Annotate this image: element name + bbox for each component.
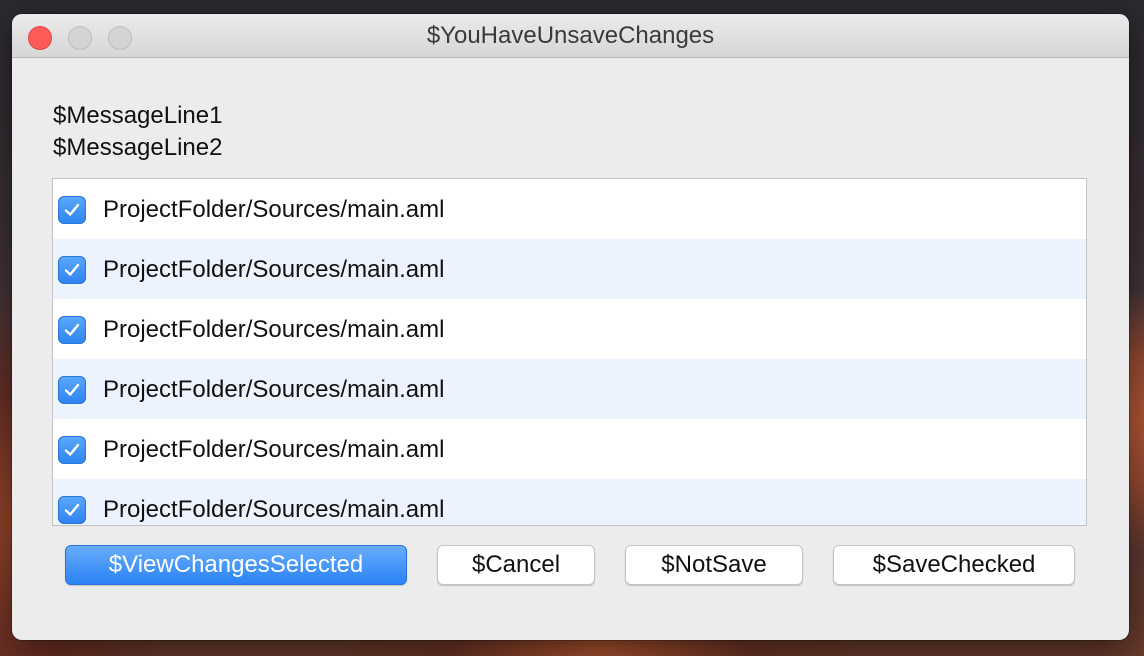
- cancel-button[interactable]: $Cancel: [437, 545, 595, 585]
- file-path: ProjectFolder/Sources/main.aml: [103, 496, 445, 523]
- file-path: ProjectFolder/Sources/main.aml: [103, 376, 445, 403]
- checkbox[interactable]: [58, 196, 86, 224]
- file-path: ProjectFolder/Sources/main.aml: [103, 436, 445, 463]
- view-changes-selected-button[interactable]: $ViewChangesSelected: [65, 545, 407, 585]
- file-list[interactable]: ProjectFolder/Sources/main.aml ProjectFo…: [52, 178, 1087, 526]
- checkbox[interactable]: [58, 436, 86, 464]
- checkmark-icon: [64, 263, 80, 276]
- checkmark-icon: [64, 323, 80, 336]
- unsaved-changes-dialog: $YouHaveUnsaveChanges $MessageLine1 $Mes…: [12, 14, 1129, 640]
- checkbox[interactable]: [58, 316, 86, 344]
- checkmark-icon: [64, 503, 80, 516]
- checkbox[interactable]: [58, 376, 86, 404]
- checkmark-icon: [64, 443, 80, 456]
- file-row[interactable]: ProjectFolder/Sources/main.aml: [53, 179, 1086, 239]
- file-row[interactable]: ProjectFolder/Sources/main.aml: [53, 479, 1086, 525]
- message-line-2: $MessageLine2: [53, 134, 223, 161]
- file-row[interactable]: ProjectFolder/Sources/main.aml: [53, 359, 1086, 419]
- file-row[interactable]: ProjectFolder/Sources/main.aml: [53, 299, 1086, 359]
- checkbox[interactable]: [58, 496, 86, 524]
- file-path: ProjectFolder/Sources/main.aml: [103, 256, 445, 283]
- file-row[interactable]: ProjectFolder/Sources/main.aml: [53, 239, 1086, 299]
- message-line-1: $MessageLine1: [53, 102, 223, 129]
- checkmark-icon: [64, 203, 80, 216]
- file-path: ProjectFolder/Sources/main.aml: [103, 196, 445, 223]
- file-path: ProjectFolder/Sources/main.aml: [103, 316, 445, 343]
- checkmark-icon: [64, 383, 80, 396]
- not-save-button[interactable]: $NotSave: [625, 545, 803, 585]
- checkbox[interactable]: [58, 256, 86, 284]
- window-title: $YouHaveUnsaveChanges: [426, 22, 715, 49]
- title-bar: $YouHaveUnsaveChanges: [12, 14, 1129, 58]
- save-checked-button[interactable]: $SaveChecked: [833, 545, 1075, 585]
- file-row[interactable]: ProjectFolder/Sources/main.aml: [53, 419, 1086, 479]
